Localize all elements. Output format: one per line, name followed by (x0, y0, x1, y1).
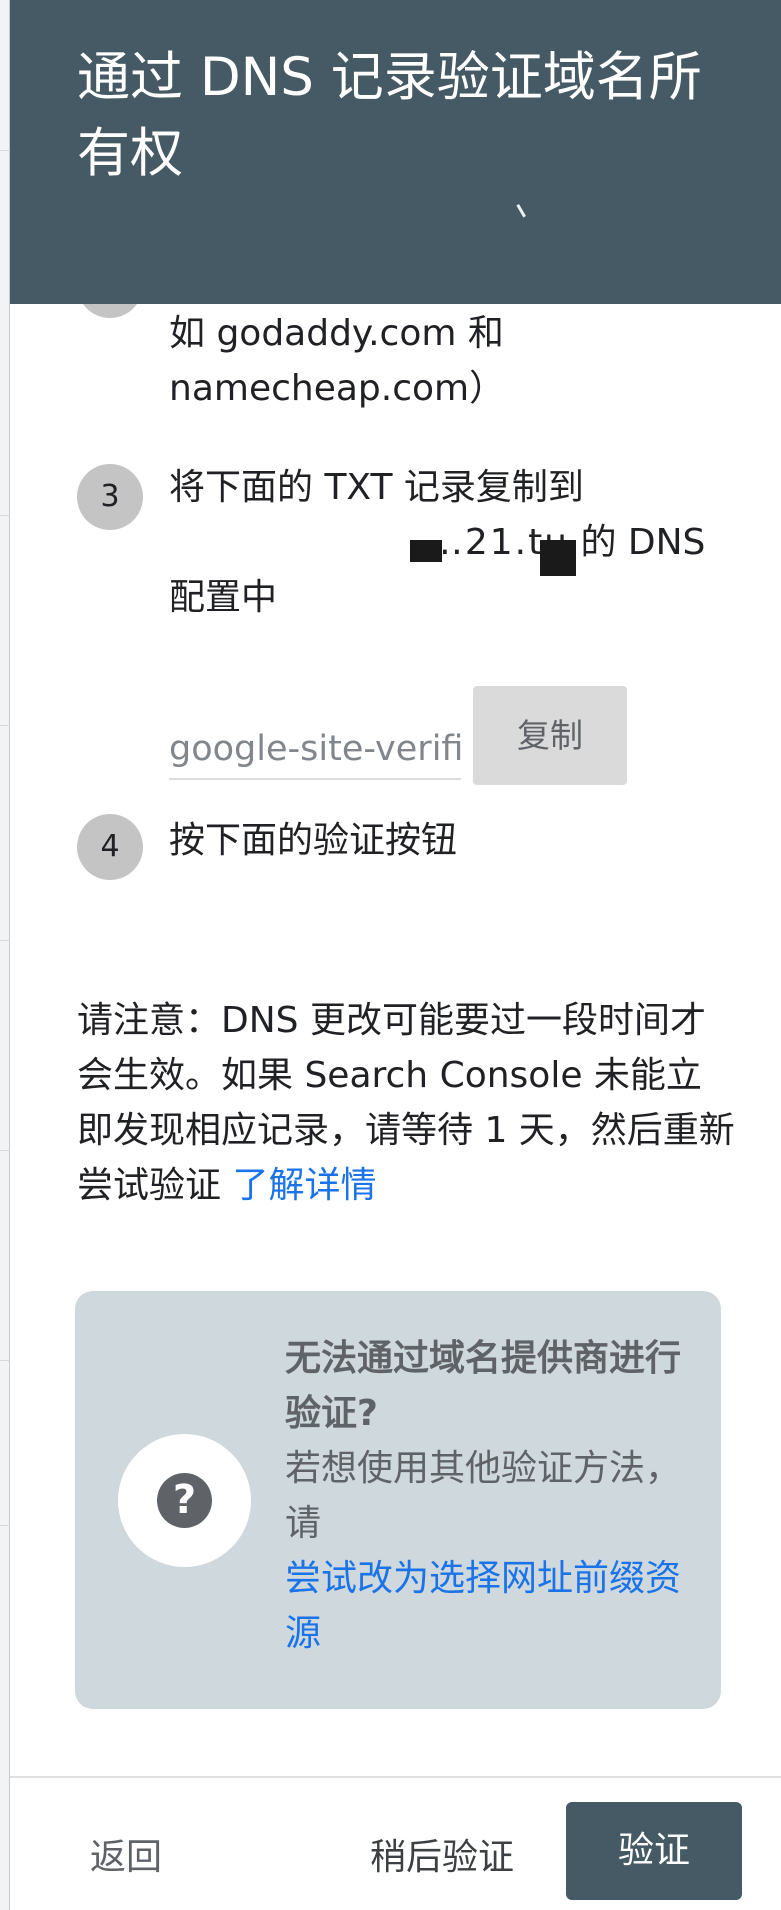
note-text: 请注意：DNS 更改可能要过一段时间才会生效。如果 Search Console… (77, 1000, 735, 1206)
verify-later-button[interactable]: 稍后验证 (370, 1828, 514, 1880)
step-4-circle: 4 (77, 814, 143, 880)
redaction-block (410, 540, 442, 562)
dialog-title: 通过 DNS 记录验证域名所有权 (77, 47, 702, 184)
verify-button[interactable]: 验证 (566, 1802, 742, 1900)
step-3-circle: 3 (77, 464, 143, 530)
alternative-description: 若想使用其他验证方法，请 (285, 1448, 682, 1544)
alternative-method-card: ? 无法通过域名提供商进行验证? 若想使用其他验证方法，请 尝试改为选择网址前缀… (75, 1291, 721, 1709)
help-circle: ? (118, 1434, 251, 1567)
step-2-line-1: 如 godaddy.com 和 (169, 313, 504, 354)
copy-button[interactable]: 复制 (473, 686, 627, 785)
verify-dns-dialog: 通过 DNS 记录验证域名所有权 如 godaddy.com 和 nameche… (10, 0, 781, 1910)
scroll-indicator (512, 203, 526, 221)
url-prefix-link[interactable]: 尝试改为选择网址前缀资源 (285, 1551, 705, 1661)
dialog-footer: 返回 稍后验证 验证 (10, 1776, 781, 1910)
alternative-title: 无法通过域名提供商进行验证? (285, 1338, 682, 1434)
redacted-domain: …21.tu (426, 522, 569, 563)
dialog-header: 通过 DNS 记录验证域名所有权 (10, 0, 781, 304)
help-icon: ? (157, 1473, 212, 1528)
dns-propagation-note: 请注意：DNS 更改可能要过一段时间才会生效。如果 Search Console… (77, 993, 737, 1213)
step-3-line-3: 配置中 (169, 577, 278, 618)
step-3-line-2: …21.tu 的 DNS (169, 515, 729, 570)
back-button[interactable]: 返回 (90, 1828, 162, 1880)
alternative-text: 无法通过域名提供商进行验证? 若想使用其他验证方法，请 尝试改为选择网址前缀资源 (285, 1331, 705, 1661)
step-2-text: 如 godaddy.com 和 namecheap.com） (169, 306, 729, 416)
step-4-text: 按下面的验证按钮 (169, 820, 458, 861)
step-2-line-2: namecheap.com） (169, 368, 506, 409)
step-3-text: 将下面的 TXT 记录复制到 …21.tu 的 DNS 配置中 (169, 460, 729, 625)
redaction-block (540, 540, 576, 576)
background-page (0, 0, 10, 1910)
txt-record-field[interactable]: google-site-verification (169, 718, 461, 780)
step-3-line-1: 将下面的 TXT 记录复制到 (169, 467, 584, 508)
step-3-dns-suffix: 的 DNS (580, 522, 706, 563)
learn-more-link[interactable]: 了解详情 (232, 1165, 376, 1206)
